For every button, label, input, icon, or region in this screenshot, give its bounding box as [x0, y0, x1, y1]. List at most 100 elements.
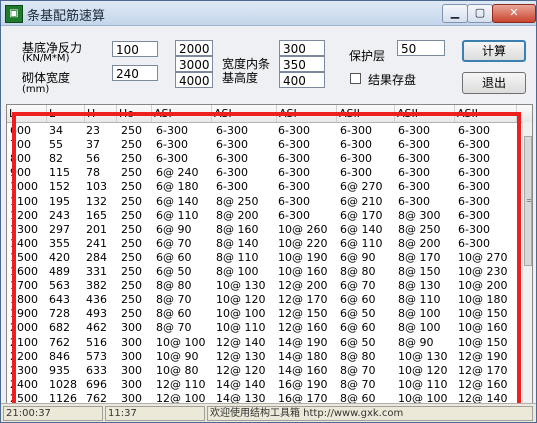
table-row[interactable]: 1400 355 241 250 6@ 70 8@ 140 10@ 220 6@ 110 8@ … [7, 237, 517, 251]
table-cell: 10@ 230 [458, 265, 508, 278]
close-button[interactable]: ✕ [492, 4, 536, 23]
restore-button[interactable]: ▢ [467, 4, 493, 23]
table-cell: 250 [121, 279, 142, 293]
column-header[interactable]: L [47, 105, 85, 122]
vertical-scrollbar[interactable] [522, 122, 532, 403]
table-cell: 284 [86, 250, 107, 264]
table-row[interactable]: 1000 152 103 250 6@ 180 6-300 6-300 6@ 270 6-300… [7, 180, 517, 194]
table-row[interactable]: 700 55 37 250 6-300 6-300 6-300 6-300 6-300 6-300 [7, 138, 517, 152]
column-header[interactable]: H [85, 105, 117, 122]
table-cell: 1300 [10, 222, 38, 236]
table-cell: 10@ 130 [216, 279, 266, 293]
table-cell: 8@ 250 [398, 222, 441, 236]
table-cell: 300 [121, 335, 142, 349]
table-cell: 250 [121, 250, 142, 264]
table-cell: 10@ 180 [458, 293, 508, 307]
table-cell: 12@ 140 [216, 335, 266, 349]
table-cell: 728 [49, 307, 70, 321]
column-header[interactable]: L [7, 105, 47, 122]
table-cell: 300 [121, 349, 142, 363]
table-cell: 462 [86, 321, 107, 335]
table-cell: 6@ 140 [156, 194, 199, 208]
table-cell: 55 [49, 138, 63, 152]
table-cell: 1600 [10, 265, 38, 278]
window-title: 条基配筋速算 [27, 9, 106, 24]
height-input-2[interactable]: 350 [279, 56, 325, 72]
table-cell: 563 [49, 279, 70, 293]
table-cell: 6@ 70 [340, 279, 376, 293]
table-cell: 6-300 [216, 152, 248, 166]
table-row[interactable]: 1500 420 284 250 6@ 60 8@ 110 10@ 190 6@ 90 8@ 1… [7, 251, 517, 265]
table-cell: 900 [10, 166, 31, 180]
column-header[interactable]: ASII [395, 105, 455, 122]
width-input-1[interactable]: 2000 [175, 40, 213, 56]
table-cell: 10@ 190 [278, 250, 328, 264]
pressure-input[interactable]: 100 [112, 41, 158, 57]
height-label-line2: 基高度 [222, 71, 259, 85]
minimize-button[interactable]: ▁ [442, 4, 468, 23]
table-cell: 250 [121, 194, 142, 208]
column-header[interactable]: ASI [277, 105, 337, 122]
status-bar: 21:00:37 11:37 欢迎使用结构工具箱 http://www.gxk.… [1, 403, 536, 422]
table-cell: 6-300 [340, 138, 372, 152]
table-cell: 12@ 160 [278, 321, 328, 335]
exit-button[interactable]: 退出 [462, 72, 526, 94]
table-row[interactable]: 1100 195 132 250 6@ 140 8@ 250 6-300 6@ 210 6-30… [7, 195, 517, 209]
results-list[interactable]: L L H Ho ASI ASI ASI ASII ASII ASII 600 34 23 250 6-3… [6, 104, 533, 404]
width-input-2[interactable]: 3000 [175, 56, 213, 72]
column-header[interactable]: Ho [117, 105, 152, 122]
table-row[interactable]: 1600 489 331 250 6@ 50 8@ 100 10@ 160 8@ 80 8@ 1… [7, 265, 517, 279]
table-cell: 12@ 170 [458, 363, 508, 377]
table-cell: 10@ 100 [216, 307, 266, 321]
table-cell: 300 [121, 377, 142, 391]
calculate-button[interactable]: 计算 [462, 40, 526, 62]
grip-icon [527, 199, 531, 202]
table-row[interactable]: 2100 762 516 300 10@ 100 12@ 140 14@ 190 6@ 50 8… [7, 336, 517, 350]
table-row[interactable]: 800 82 56 250 6-300 6-300 6-300 6-300 6-300 6-300 [7, 152, 517, 166]
table-row[interactable]: 1700 563 382 250 8@ 80 10@ 130 12@ 200 6@ 70 8@ … [7, 279, 517, 293]
wall-width-input[interactable]: 240 [112, 65, 158, 81]
table-cell: 56 [86, 152, 100, 166]
table-cell: 8@ 110 [216, 250, 259, 264]
table-cell: 10@ 270 [458, 250, 508, 264]
table-cell: 250 [121, 265, 142, 278]
table-cell: 2300 [10, 363, 38, 377]
table-row[interactable]: 1800 643 436 250 8@ 70 10@ 120 12@ 170 6@ 60 8@ … [7, 293, 517, 307]
table-row[interactable]: 2000 682 462 300 8@ 70 10@ 110 12@ 160 6@ 60 8@ … [7, 321, 517, 335]
table-cell: 2000 [10, 321, 38, 335]
table-cell: 6-300 [398, 166, 430, 180]
column-header[interactable]: ASI [212, 105, 277, 122]
table-row[interactable]: 2200 846 573 300 10@ 90 12@ 130 14@ 180 8@ 80 10… [7, 350, 517, 364]
table-cell: 250 [121, 166, 142, 180]
table-cell: 8@ 160 [216, 222, 259, 236]
table-cell: 600 [10, 124, 31, 137]
table-cell: 10@ 80 [156, 363, 199, 377]
table-cell: 6-300 [458, 222, 490, 236]
table-row[interactable]: 1200 243 165 250 6@ 110 8@ 200 6-300 6@ 170 8@ 3… [7, 209, 517, 223]
save-checkbox[interactable] [350, 73, 361, 84]
cover-input[interactable]: 50 [397, 40, 445, 56]
table-cell: 8@ 170 [398, 250, 441, 264]
table-row[interactable]: 1900 728 493 250 8@ 60 10@ 100 12@ 150 6@ 50 8@ … [7, 307, 517, 321]
height-input-3[interactable]: 400 [279, 72, 325, 88]
table-cell: 2400 [10, 377, 38, 391]
table-cell: 165 [86, 208, 107, 222]
height-input-1[interactable]: 300 [279, 40, 325, 56]
table-cell: 420 [49, 250, 70, 264]
width-input-3[interactable]: 4000 [175, 72, 213, 88]
table-row[interactable]: 900 115 78 250 6@ 240 6-300 6-300 6-300 6-300 6-3… [7, 166, 517, 180]
column-header[interactable]: ASI [152, 105, 212, 122]
table-cell: 8@ 80 [340, 265, 376, 278]
table-row[interactable]: 2400 1028 696 300 12@ 110 14@ 140 16@ 190 8@ 70… [7, 378, 517, 392]
table-row[interactable]: 600 34 23 250 6-300 6-300 6-300 6-300 6-300 6-300 [7, 124, 517, 138]
column-header[interactable]: ASII [455, 105, 517, 122]
table-cell: 195 [49, 194, 70, 208]
table-row[interactable]: 2300 935 633 300 10@ 80 12@ 120 14@ 160 8@ 70 10… [7, 364, 517, 378]
table-cell: 10@ 110 [216, 321, 266, 335]
table-cell: 1400 [10, 236, 38, 250]
scrollbar-thumb[interactable] [524, 136, 532, 266]
column-header[interactable]: ASII [337, 105, 395, 122]
table-cell: 12@ 130 [216, 349, 266, 363]
table-cell: 250 [121, 138, 142, 152]
table-row[interactable]: 1300 297 201 250 6@ 90 8@ 160 10@ 260 6@ 140 8@ … [7, 223, 517, 237]
